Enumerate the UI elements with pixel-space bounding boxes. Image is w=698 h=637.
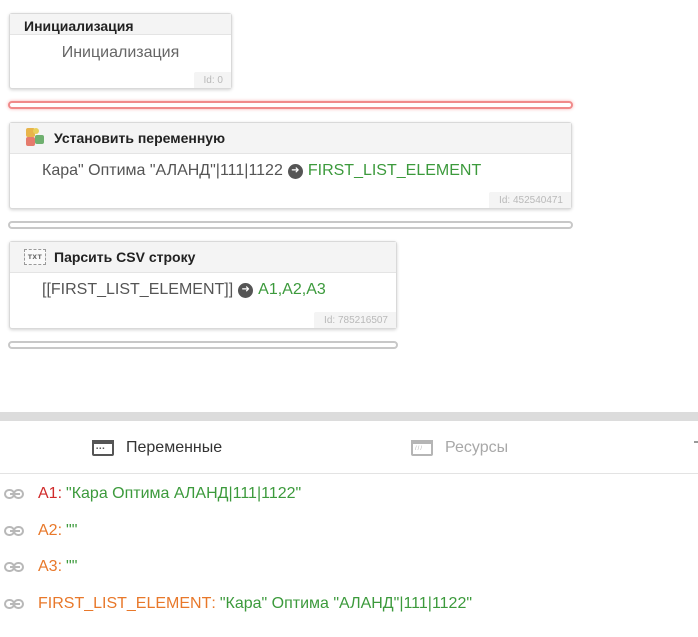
block-initialization[interactable]: Инициализация Инициализация Id: 0 [9,13,232,89]
block-id: Id: 452540471 [489,192,571,208]
variable-value: "" [66,521,78,539]
block-id: Id: 785216507 [314,312,396,328]
variable-row-a1[interactable]: A1: "Кара Оптима АЛАНД|111|1122" [0,476,698,513]
variable-name: A2 [38,521,58,539]
connector-drop-zone[interactable] [8,221,573,229]
variable-value: "Кара Оптима АЛАНД|111|1122" [66,485,302,503]
variable-name: FIRST_LIST_ELEMENT [38,594,212,612]
block-body: Кара" Оптима "АЛАНД"|111|1122 ➜ FIRST_LI… [10,154,571,188]
variable-value: "Кара" Оптима "АЛАНД"|111|1122" [219,594,473,612]
block-header: Установить переменную [10,123,571,154]
parse-source: [[FIRST_LIST_ELEMENT]] [42,281,234,298]
block-header: Инициализация [10,14,231,35]
assign-target: FIRST_LIST_ELEMENT [307,162,482,179]
block-title: Установить переменную [54,130,226,146]
workflow-canvas[interactable]: Инициализация Инициализация Id: 0 Устано… [0,0,698,412]
link-icon[interactable] [4,598,26,610]
resources-icon: /// [411,439,433,456]
calculator-icon: ▪▪▪ [92,439,114,456]
block-title: Парсить CSV строку [54,249,196,265]
variable-value: "" [66,558,78,576]
arrow-circle-right-icon: ➜ [238,282,254,298]
tab-resources[interactable]: /// Ресурсы [411,421,508,474]
bottom-panel-tabs: ▪▪▪ Переменные /// Ресурсы [0,421,698,474]
variable-row-a2[interactable]: A2: "" [0,513,698,550]
variable-row-a3[interactable]: A3: "" [0,549,698,586]
assign-value: Кара" Оптима "АЛАНД"|111|1122 [42,162,283,179]
variable-row-first-list-element[interactable]: FIRST_LIST_ELEMENT: "Кара" Оптима "АЛАНД… [0,586,698,623]
tab-variables[interactable]: ▪▪▪ Переменные [92,421,222,474]
block-title: Инициализация [24,17,134,34]
connector-drop-zone[interactable] [8,101,573,109]
puzzle-icon [24,127,46,149]
tab-label: Ресурсы [445,438,509,456]
tab-label: Переменные [126,438,223,456]
variables-list: A1: "Кара Оптима АЛАНД|111|1122" A2: "" … [0,476,698,622]
block-header: TXT Парсить CSV строку [10,242,396,273]
variable-name: A1 [38,485,58,503]
block-set-variable[interactable]: Установить переменную Кара" Оптима "АЛАН… [9,122,572,209]
block-body: Инициализация [10,35,231,71]
parse-targets: A1,A2,A3 [258,281,326,298]
block-body-text: Инициализация [61,44,180,61]
block-body: [[FIRST_LIST_ELEMENT]] ➜ A1,A2,A3 [10,273,396,307]
arrow-circle-right-icon: ➜ [287,163,303,179]
txt-file-icon: TXT [24,249,46,265]
block-parse-csv[interactable]: TXT Парсить CSV строку [[FIRST_LIST_ELEM… [9,241,397,329]
block-id: Id: 0 [193,72,231,88]
more-tabs-indicator[interactable] [694,441,698,443]
link-icon[interactable] [4,488,26,500]
link-icon[interactable] [4,525,26,537]
connector-drop-zone[interactable] [8,341,398,349]
panel-splitter[interactable] [0,412,698,421]
variable-name: A3 [38,558,58,576]
link-icon[interactable] [4,561,26,573]
